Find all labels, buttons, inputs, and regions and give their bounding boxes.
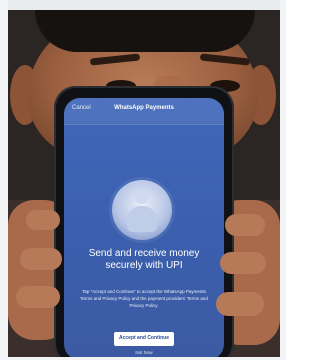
left-finger (20, 248, 62, 270)
person-illustration-icon (112, 180, 172, 240)
left-finger (26, 210, 60, 230)
illustration-body (127, 206, 157, 232)
phone-screen: Cancel WhatsApp Payments Send and receiv… (64, 98, 224, 360)
screen-nav-bar: Cancel WhatsApp Payments (64, 98, 224, 125)
illustration-head (135, 190, 149, 204)
right-finger (220, 252, 266, 274)
accept-continue-label: Accept and Continue (118, 335, 169, 341)
frame-border-left (0, 0, 8, 360)
left-finger (16, 286, 60, 308)
right-finger (225, 214, 265, 236)
nav-title: WhatsApp Payments (114, 105, 174, 111)
accept-continue-button[interactable]: Accept and Continue (114, 332, 174, 346)
frame-border-right (280, 0, 286, 360)
frame-border-top (0, 0, 286, 10)
hair (35, 10, 255, 52)
headline: Send and receive money securely with UPI (88, 248, 200, 271)
photo-scene: Cancel WhatsApp Payments Send and receiv… (0, 0, 286, 360)
right-eyebrow (199, 53, 251, 66)
not-now-link[interactable]: Not Now (64, 350, 224, 355)
right-finger (216, 292, 264, 316)
left-eyebrow (89, 53, 141, 66)
terms-text: Tap "Accept and Continue" to accept the … (80, 289, 208, 308)
